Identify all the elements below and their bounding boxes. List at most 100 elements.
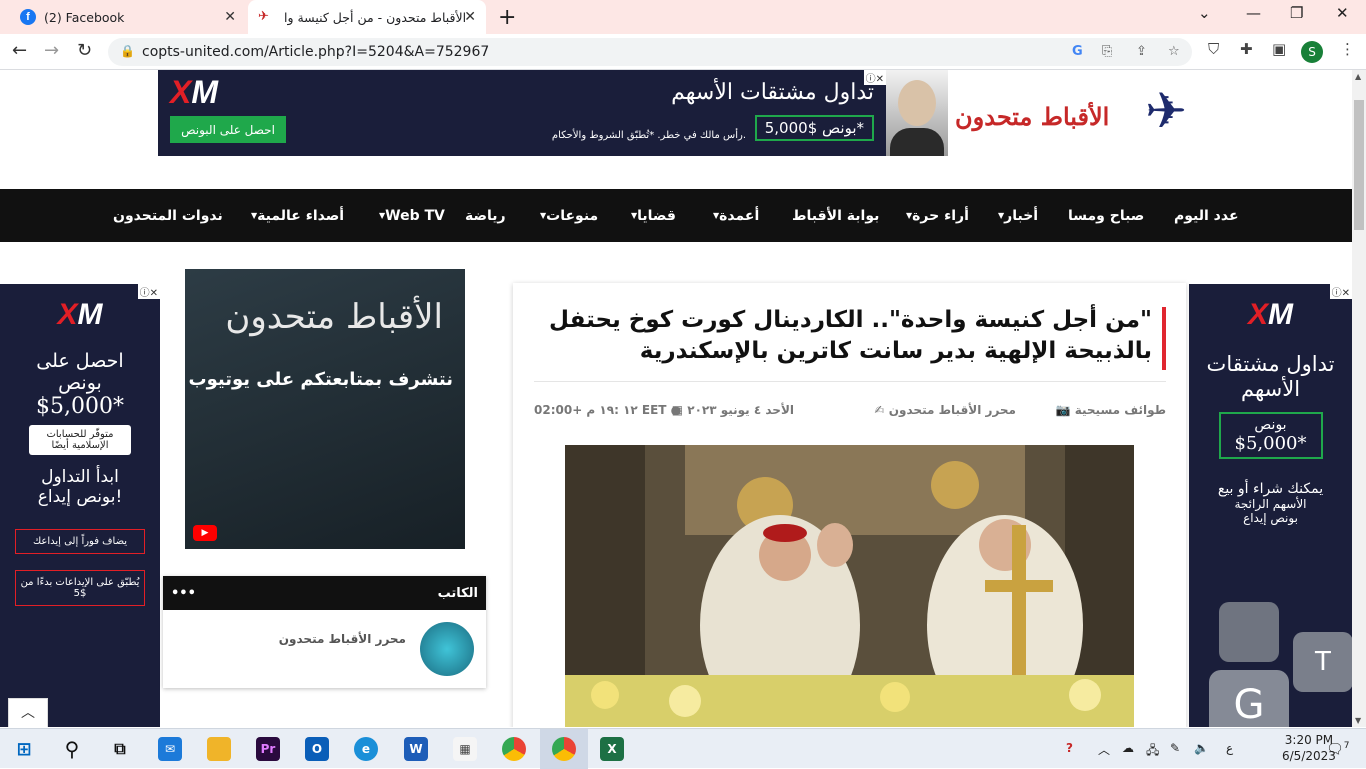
author-avatar[interactable] — [420, 622, 474, 676]
translate-icon[interactable]: ⎘ — [1102, 44, 1112, 59]
store-icon[interactable]: ▦ — [453, 737, 477, 761]
ad-close-icon[interactable]: ⓘ✕ — [1329, 284, 1352, 299]
ad-cta-button[interactable]: احصل على البونص — [170, 116, 286, 143]
back-icon[interactable]: ← — [12, 40, 27, 61]
reload-icon[interactable]: ↻ — [77, 40, 92, 61]
left-skyscraper-ad[interactable]: ⓘ✕ XM احصل على بونص $5,000* متوفّر للحسا… — [0, 284, 160, 727]
mail-icon[interactable]: ✉ — [158, 737, 182, 761]
ad-bonus: بونص $5,000* — [754, 115, 874, 141]
close-tab-icon[interactable]: ✕ — [464, 9, 476, 25]
main-nav: عدد اليوم صباح ومسا ▼ أخبار ▼ أراء حرة بوا… — [0, 189, 1352, 242]
word-icon[interactable]: W — [404, 737, 428, 761]
tab-facebook[interactable]: f (2) Facebook ✕ — [8, 0, 246, 34]
founder-photo — [886, 70, 948, 156]
browser-tab-bar: f (2) Facebook ✕ ✈ الأقباط متحدون - من أ… — [0, 0, 1366, 34]
windows-taskbar: ⊞ ⚲ ⧉ ✉ Pr O e W ▦ X ? ︿ ☁ 🖧 ✎ 🔈 ع 3:20 … — [0, 728, 1366, 769]
site-logo[interactable]: الأقباط متحدون ✈ — [955, 80, 1187, 148]
web-page: XM احصل على البونص تداول مشتقات الأسهم ب… — [0, 70, 1352, 727]
camera-icon: 📷 — [1055, 403, 1071, 417]
profile-avatar[interactable]: S — [1301, 41, 1323, 63]
author-name[interactable]: محرر الأقباط متحدون — [279, 632, 406, 646]
premiere-icon[interactable]: Pr — [256, 737, 280, 761]
facebook-icon: f — [20, 9, 36, 25]
ad-close-icon[interactable]: ⓘ✕ — [137, 284, 160, 299]
show-hidden-icons[interactable]: ︿ — [1098, 741, 1110, 758]
input-language[interactable]: ع — [1226, 741, 1233, 755]
edge-icon[interactable]: e — [354, 737, 378, 761]
youtube-play-icon[interactable]: ▶ — [193, 525, 217, 541]
notifications-icon[interactable]: 🗨7 — [1326, 741, 1350, 758]
new-tab-button[interactable]: + — [498, 5, 516, 30]
outlook-icon[interactable]: O — [305, 737, 329, 761]
nav-item[interactable]: بوابة الأقباط — [792, 189, 879, 242]
nav-item[interactable]: ▼ أخبار — [998, 189, 1038, 242]
back-to-top-button[interactable]: ︿ — [8, 698, 48, 727]
page-scrollbar[interactable]: ▲ ▼ — [1352, 70, 1366, 727]
author-link[interactable]: ✍ محرر الأقباط متحدون — [875, 403, 1016, 417]
restore-icon[interactable]: ❐ — [1290, 4, 1303, 22]
clock-icon: ● — [670, 403, 682, 417]
google-lens-icon[interactable]: G — [1072, 44, 1083, 59]
nav-item[interactable]: صباح ومسا — [1068, 189, 1144, 242]
widget-dots[interactable]: ••• — [171, 586, 196, 601]
side-panel-icon[interactable]: ▣ — [1272, 40, 1286, 58]
nav-item[interactable]: رياضة — [465, 189, 506, 242]
tab-label: الأقباط متحدون - من أجل كنيسة وا — [284, 9, 467, 25]
nav-item[interactable]: ▼ أراء حرة — [906, 189, 969, 242]
xm-logo: XM — [170, 74, 218, 110]
date-text: ▦ الأحد ٤ يونيو ٢٠٢٣ — [671, 403, 794, 417]
cloud-icon[interactable]: ☁ — [1122, 741, 1134, 755]
extensions-puzzle-icon[interactable]: ✚ — [1240, 40, 1253, 58]
chrome-profile-icon[interactable] — [552, 737, 576, 761]
tab-copts-united[interactable]: ✈ الأقباط متحدون - من أجل كنيسة وا ✕ — [248, 0, 486, 34]
google-icon: G — [1209, 670, 1289, 727]
logo-bird-icon: ✈ — [1145, 82, 1187, 140]
ad-headline: تداول مشتقات الأسهم — [671, 80, 874, 105]
search-icon[interactable]: ⚲ — [60, 737, 84, 761]
tab-search-icon[interactable]: ⌄ — [1198, 4, 1211, 22]
forward-icon[interactable]: → — [44, 40, 59, 61]
right-skyscraper-ad[interactable]: ⓘ✕ XM تداول مشتقات الأسهم بونص $5,000* ي… — [1189, 284, 1352, 727]
chrome-icon[interactable] — [502, 737, 526, 761]
volume-settings-icon[interactable]: ✎ — [1170, 741, 1180, 755]
close-tab-icon[interactable]: ✕ — [224, 9, 236, 25]
youtube-promo[interactable]: الأقباط متحدون نتشرف بمتابعتكم على يوتيو… — [185, 269, 465, 549]
nav-item[interactable]: ▼ أعمدة — [713, 189, 759, 242]
xm-logo: XM — [57, 298, 103, 331]
scroll-up-icon: ▲ — [1355, 72, 1362, 81]
category-link[interactable]: 📷 طوائف مسيحية — [1056, 403, 1166, 417]
nav-item[interactable]: ▼ أصداء عالمية — [251, 189, 344, 242]
excel-icon[interactable]: X — [600, 737, 624, 761]
menu-icon[interactable]: ⋮ — [1340, 40, 1355, 58]
bookmark-star-icon[interactable]: ☆ — [1168, 44, 1180, 59]
article-card: "من أجل كنيسة واحدة".. الكاردينال كورت ك… — [513, 283, 1186, 727]
scrollbar-thumb[interactable] — [1354, 100, 1364, 230]
windows-start-icon[interactable]: ⊞ — [12, 737, 36, 761]
scroll-down-icon: ▼ — [1355, 716, 1362, 725]
author-widget: ••• الكاتب محرر الأقباط متحدون — [163, 576, 486, 688]
lock-icon[interactable]: 🔒 — [120, 44, 135, 58]
speaker-icon[interactable]: 🔈 — [1194, 741, 1209, 755]
share-icon[interactable]: ⇪ — [1136, 44, 1147, 59]
nav-item[interactable]: ▼ Web TV — [379, 189, 445, 242]
nav-item[interactable]: ▼ قضايا — [631, 189, 676, 242]
top-banner-ad[interactable]: XM احصل على البونص تداول مشتقات الأسهم ب… — [158, 70, 886, 156]
task-view-icon[interactable]: ⧉ — [108, 737, 132, 761]
tab-label: (2) Facebook — [44, 9, 125, 25]
nav-item[interactable]: عدد اليوم — [1174, 189, 1239, 242]
site-favicon-icon: ✈ — [258, 9, 269, 24]
time-text: ١٢ :١٩ م +02:00 EET ● — [534, 403, 682, 417]
network-icon[interactable]: 🖧 — [1146, 741, 1159, 762]
pen-icon: ✍ — [874, 403, 885, 417]
ad-close-icon[interactable]: ⓘ✕ — [863, 70, 886, 85]
close-window-icon[interactable]: ✕ — [1336, 4, 1349, 22]
nav-item[interactable]: ▼ منوعات — [540, 189, 598, 242]
address-bar[interactable]: 🔒 copts-united.com/Article.php?I=5204&A=… — [108, 38, 1192, 66]
help-icon[interactable]: ? — [1066, 741, 1073, 755]
file-explorer-icon[interactable] — [207, 737, 231, 761]
minimize-icon[interactable]: — — [1246, 4, 1261, 22]
nav-item[interactable]: ندوات المتحدون — [113, 189, 223, 242]
toolbar: ← → ↻ 🔒 copts-united.com/Article.php?I=5… — [0, 34, 1366, 70]
shield-extension-icon[interactable]: ⛉ — [1208, 40, 1219, 58]
article-hero-image[interactable] — [565, 445, 1134, 727]
